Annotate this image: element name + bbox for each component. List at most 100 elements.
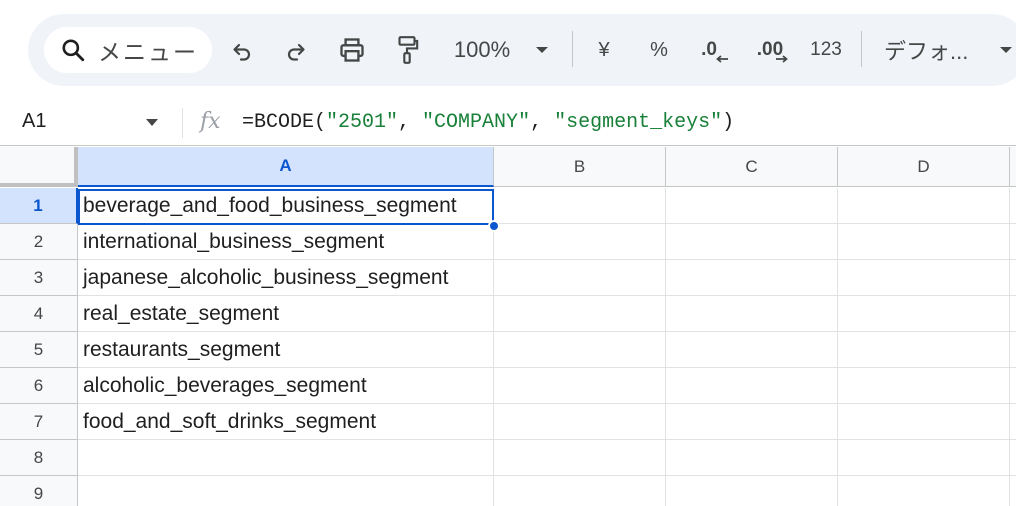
spreadsheet-grid: A B C D 1 beverage_and_food_business_segm… [0, 147, 1016, 506]
formula-suffix: ) [722, 111, 735, 134]
cell-b1[interactable] [494, 188, 666, 224]
cell-e6[interactable] [1010, 368, 1016, 404]
cell-c9[interactable] [666, 476, 838, 506]
search-icon [62, 39, 85, 62]
zoom-select[interactable]: 100% [446, 30, 518, 70]
row-header-7[interactable]: 7 [0, 404, 78, 440]
currency-symbol: ¥ [598, 38, 610, 61]
cell-e2[interactable] [1010, 224, 1016, 260]
percent-symbol: % [650, 38, 668, 61]
toolbar-separator [861, 31, 862, 67]
zoom-value: 100% [453, 37, 511, 62]
menu-search-label: メニュー [98, 39, 198, 65]
cell-e9[interactable] [1010, 476, 1016, 506]
row-header-8[interactable]: 8 [0, 440, 78, 476]
cell-c8[interactable] [666, 440, 838, 476]
formula-separator: , [398, 111, 423, 134]
cell-a1[interactable]: beverage_and_food_business_segment [78, 188, 494, 224]
cell-e3[interactable] [1010, 260, 1016, 296]
row-header-5[interactable]: 5 [0, 332, 78, 368]
formula-prefix: =BCODE( [242, 111, 327, 134]
cell-a5[interactable]: restaurants_segment [78, 332, 494, 368]
cell-c1[interactable] [666, 188, 838, 224]
cell-b3[interactable] [494, 260, 666, 296]
formula-arg-type: "COMPANY" [422, 111, 531, 134]
column-header-d[interactable]: D [838, 147, 1010, 187]
number-format-button[interactable]: 123 [806, 30, 846, 70]
toolbar-separator [572, 31, 573, 67]
cell-d5[interactable] [838, 332, 1010, 368]
font-family-dropdown[interactable] [996, 30, 1016, 70]
row-header-6[interactable]: 6 [0, 368, 78, 404]
paint-format-icon [398, 36, 419, 64]
row-header-2[interactable]: 2 [0, 224, 78, 260]
cell-a7[interactable]: food_and_soft_drinks_segment [78, 404, 494, 440]
cell-e8[interactable] [1010, 440, 1016, 476]
font-family-value: デフォ... [884, 39, 969, 64]
font-family-select[interactable]: デフォ... [884, 30, 984, 70]
cell-d9[interactable] [838, 476, 1010, 506]
paint-format-button[interactable] [390, 30, 424, 70]
fx-icon: fx [200, 109, 221, 134]
cell-d8[interactable] [838, 440, 1010, 476]
cell-d4[interactable] [838, 296, 1010, 332]
row-header-3[interactable]: 3 [0, 260, 78, 296]
cell-c5[interactable] [666, 332, 838, 368]
percent-format-button[interactable]: % [644, 30, 674, 70]
arrow-right-icon [776, 55, 789, 63]
column-header-e[interactable] [1010, 147, 1016, 187]
cell-e4[interactable] [1010, 296, 1016, 332]
formula-arg-code: "2501" [326, 111, 399, 134]
cell-a2[interactable]: international_business_segment [78, 224, 494, 260]
cell-e1[interactable] [1010, 188, 1016, 224]
cell-b8[interactable] [494, 440, 666, 476]
cell-b2[interactable] [494, 224, 666, 260]
name-box-dropdown-icon[interactable] [146, 119, 158, 126]
cell-a9[interactable] [78, 476, 494, 506]
cell-a6[interactable]: alcoholic_beverages_segment [78, 368, 494, 404]
cell-c4[interactable] [666, 296, 838, 332]
cell-d7[interactable] [838, 404, 1010, 440]
undo-button[interactable] [226, 30, 258, 70]
cell-a8[interactable] [78, 440, 494, 476]
cell-b9[interactable] [494, 476, 666, 506]
print-button[interactable] [334, 30, 370, 70]
column-header-b[interactable]: B [494, 147, 666, 187]
cell-d6[interactable] [838, 368, 1010, 404]
print-icon [340, 38, 364, 62]
cell-d1[interactable] [838, 188, 1010, 224]
formula-input[interactable]: =BCODE("2501", "COMPANY", "segment_keys"… [242, 111, 734, 134]
redo-button[interactable] [280, 30, 312, 70]
menu-search-button[interactable]: メニュー [44, 27, 212, 73]
cell-b6[interactable] [494, 368, 666, 404]
cell-d2[interactable] [838, 224, 1010, 260]
cell-a3[interactable]: japanese_alcoholic_business_segment [78, 260, 494, 296]
increase-decimal-button[interactable]: .00 [752, 30, 794, 70]
decrease-decimal-button[interactable]: .0 [696, 30, 734, 70]
dropdown-arrow-icon [536, 47, 548, 53]
cell-c3[interactable] [666, 260, 838, 296]
currency-format-button[interactable]: ¥ [590, 30, 618, 70]
formula-arg-key: "segment_keys" [554, 111, 723, 134]
cell-e5[interactable] [1010, 332, 1016, 368]
select-all-corner[interactable] [0, 147, 78, 187]
cell-b4[interactable] [494, 296, 666, 332]
formula-bar-separator [182, 108, 183, 138]
dropdown-arrow-icon [1000, 47, 1012, 53]
row-header-4[interactable]: 4 [0, 296, 78, 332]
column-header-c[interactable]: C [666, 147, 838, 187]
name-box[interactable]: A1 [22, 110, 46, 133]
column-header-a[interactable]: A [78, 147, 494, 187]
cell-a4[interactable]: real_estate_segment [78, 296, 494, 332]
cell-c2[interactable] [666, 224, 838, 260]
zoom-dropdown[interactable] [530, 30, 554, 70]
cell-b5[interactable] [494, 332, 666, 368]
fill-handle[interactable] [488, 220, 500, 232]
cell-c7[interactable] [666, 404, 838, 440]
row-header-9[interactable]: 9 [0, 476, 78, 506]
cell-b7[interactable] [494, 404, 666, 440]
row-header-1[interactable]: 1 [0, 188, 78, 224]
cell-c6[interactable] [666, 368, 838, 404]
cell-e7[interactable] [1010, 404, 1016, 440]
cell-d3[interactable] [838, 260, 1010, 296]
